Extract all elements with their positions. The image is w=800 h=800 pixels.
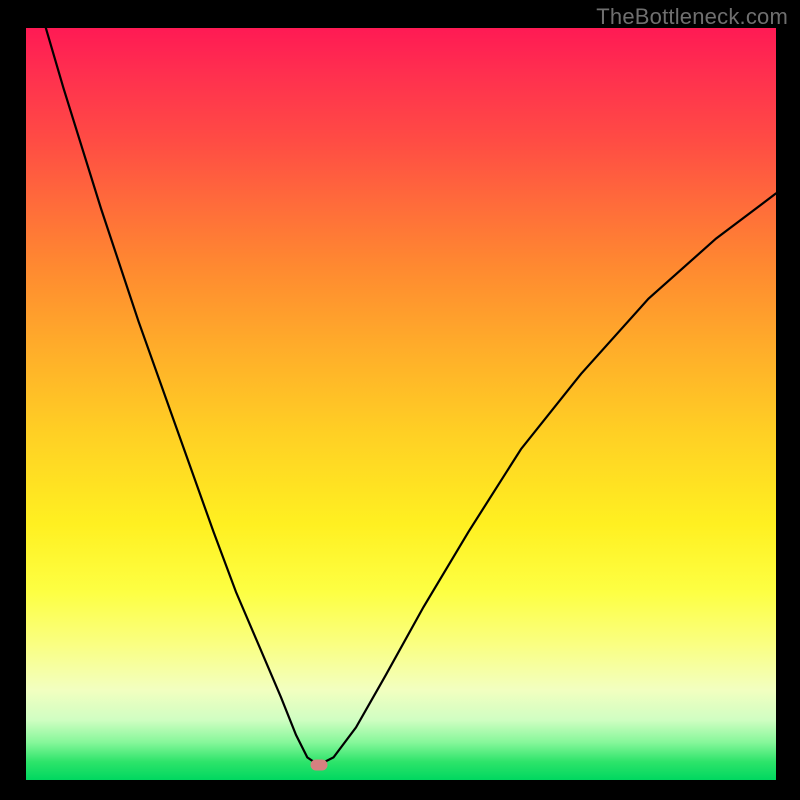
bottleneck-curve	[26, 28, 776, 780]
plot-area	[26, 28, 776, 780]
chart-frame: TheBottleneck.com	[0, 0, 800, 800]
minimum-marker	[310, 759, 327, 770]
watermark-text: TheBottleneck.com	[596, 4, 788, 30]
